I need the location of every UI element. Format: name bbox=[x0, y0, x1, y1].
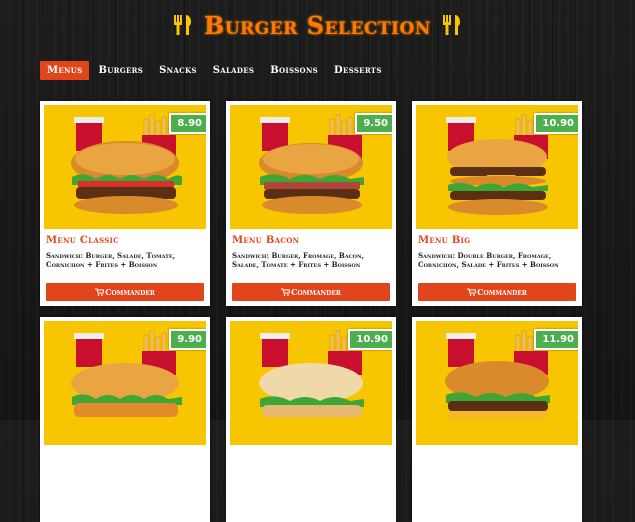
cart-icon bbox=[281, 288, 291, 296]
tab-desserts[interactable]: Desserts bbox=[327, 61, 389, 80]
cart-icon bbox=[467, 288, 477, 296]
tab-salades[interactable]: Salades bbox=[206, 61, 262, 80]
order-button[interactable]: Commander bbox=[46, 283, 204, 301]
fork-knife-icon bbox=[442, 15, 460, 35]
menu-image: 10.90 bbox=[416, 105, 578, 229]
order-button-label: Commander bbox=[105, 287, 155, 297]
price-badge: 9.90 bbox=[169, 329, 206, 350]
order-button-label: Commander bbox=[291, 287, 341, 297]
menu-description: Sandwich: Burger, Fromage, Bacon, Salade… bbox=[232, 251, 365, 269]
menu-name: Menu Bacon bbox=[232, 235, 300, 246]
page-title: Burger Selection bbox=[204, 10, 431, 40]
header: Burger Selection bbox=[0, 8, 635, 42]
menu-image: 11.90 bbox=[416, 321, 578, 445]
menu-name: Menu Big bbox=[418, 235, 471, 246]
price-badge: 10.90 bbox=[348, 329, 392, 350]
menu-image: 10.90 bbox=[230, 321, 392, 445]
order-button-label: Commander bbox=[477, 287, 527, 297]
menu-image: 9.50 bbox=[230, 105, 392, 229]
menu-card: 8.90 Menu Classic Sandwich: Burger, Sala… bbox=[40, 101, 210, 306]
menu-card: 10.90 Menu Big Sandwich: Double Burger, … bbox=[412, 101, 582, 306]
tab-snacks[interactable]: Snacks bbox=[152, 61, 204, 80]
menu-description: Sandwich: Burger, Salade, Tomate, Cornic… bbox=[46, 251, 176, 269]
menu-description: Sandwich: Double Burger, Fromage, Cornic… bbox=[418, 251, 559, 269]
fork-knife-icon bbox=[174, 15, 192, 35]
menu-card: 9.50 Menu Bacon Sandwich: Burger, Fromag… bbox=[226, 101, 396, 306]
price-badge: 8.90 bbox=[169, 113, 206, 134]
menu-image: 8.90 bbox=[44, 105, 206, 229]
price-badge: 11.90 bbox=[534, 329, 578, 350]
category-nav: Menus Burgers Snacks Salades Boissons De… bbox=[40, 61, 391, 80]
tab-boissons[interactable]: Boissons bbox=[263, 61, 325, 80]
menu-image: 9.90 bbox=[44, 321, 206, 445]
order-button[interactable]: Commander bbox=[232, 283, 390, 301]
order-button[interactable]: Commander bbox=[418, 283, 576, 301]
price-badge: 9.50 bbox=[355, 113, 392, 134]
price-badge: 10.90 bbox=[534, 113, 578, 134]
tab-burgers[interactable]: Burgers bbox=[91, 61, 150, 80]
tab-menus[interactable]: Menus bbox=[40, 61, 90, 80]
menu-name: Menu Classic bbox=[46, 235, 120, 246]
cart-icon bbox=[95, 288, 105, 296]
